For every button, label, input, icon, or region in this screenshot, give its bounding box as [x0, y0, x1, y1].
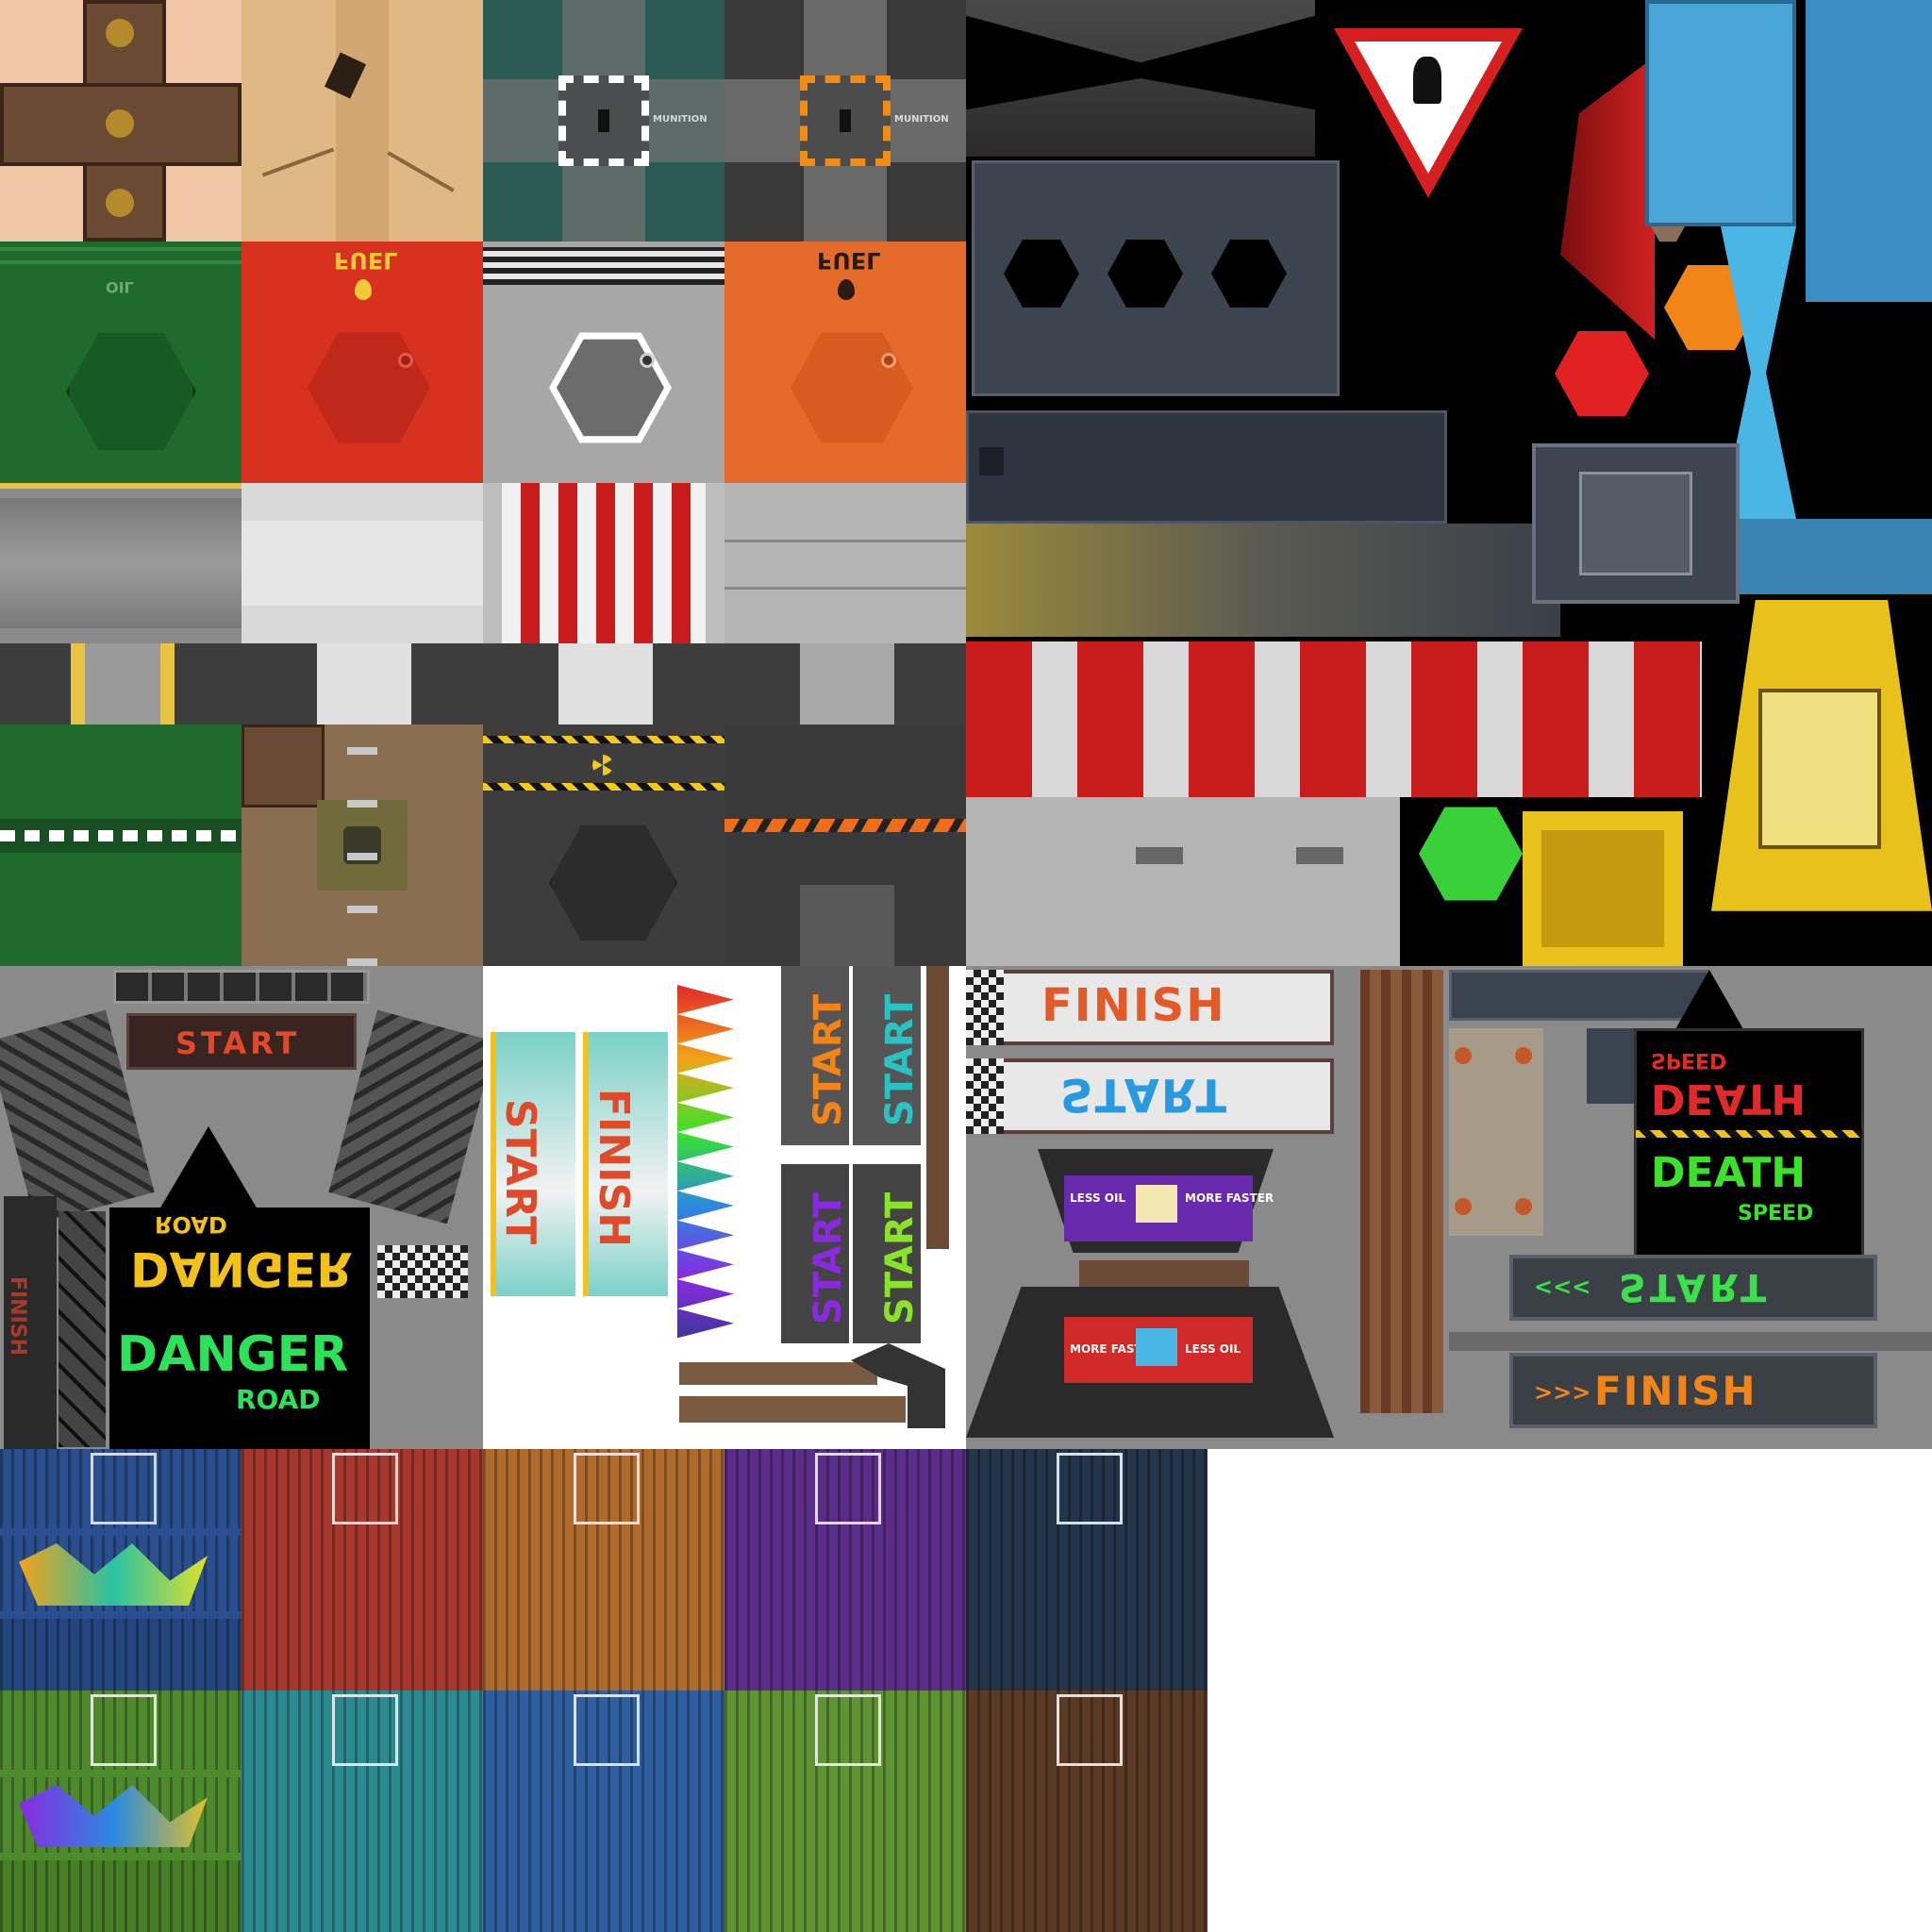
oil-label: OIL: [106, 278, 134, 296]
road-post-texture: [0, 643, 242, 724]
start-sticker-orange: START: [807, 993, 851, 1127]
munition-label: MUNITION: [653, 114, 708, 125]
wooden-crate-texture: [0, 0, 242, 242]
death-label-bottom: DEATH: [1651, 1149, 1807, 1197]
road-label-top: ROAD: [155, 1211, 227, 1238]
start-sign-label: START: [175, 1025, 301, 1061]
start-led-label: START: [1619, 1265, 1771, 1308]
empty-atlas-area: [1208, 1449, 1932, 1932]
banner-finish-label: FINISH: [590, 1088, 639, 1248]
start-sticker-teal: START: [878, 993, 923, 1127]
container-red-texture: [242, 1449, 483, 1690]
container-brown-texture: [966, 1690, 1208, 1932]
container-navy-texture: [966, 1449, 1208, 1690]
danger-label-top: DANGER: [130, 1241, 353, 1296]
start-sign-label: START: [1060, 1068, 1229, 1121]
road-post-texture: [242, 643, 483, 724]
fuel-drop-icon: [355, 279, 372, 300]
fuel-drum-orange-texture: FUEL: [724, 242, 966, 483]
container-orange-texture: [483, 1449, 724, 1690]
more-faster-label: MORE FASTER: [1185, 1191, 1274, 1205]
road-post-texture: [483, 643, 724, 724]
road-post-texture: [724, 643, 966, 724]
container-blue-texture: [483, 1690, 724, 1932]
fuel-label: FUEL: [817, 247, 881, 274]
grey-panel-texture: [724, 483, 966, 643]
green-road-dashed-texture: [0, 724, 242, 966]
concrete-road-texture: [242, 483, 483, 643]
death-speed-texture: SPEED DEATH DEATH SPEED <<< START >>> FI…: [1449, 966, 1932, 1449]
fuel-drum-red-texture: FUEL: [242, 242, 483, 483]
arrows-right: >>>: [1534, 1379, 1591, 1406]
start-sticker-purple: START: [807, 1191, 851, 1325]
dark-barrel-hazard-texture: [724, 724, 966, 966]
container-purple-texture: [724, 1449, 966, 1690]
fuel-label: FUEL: [334, 247, 398, 274]
danger-label-bottom: DANGER: [117, 1326, 349, 1383]
container-blue-graffiti-texture: [0, 1449, 242, 1690]
death-label-top: DEATH: [1651, 1074, 1807, 1123]
finish-gantry-texture: FINISH START MORE FASTER LESS OIL MORE F…: [966, 966, 1449, 1449]
munition-box-hazard-texture: MUNITION: [724, 0, 966, 242]
start-arch-texture: START FINISH ROAD DANGER DANGER ROAD: [0, 966, 483, 1449]
barrier-atlas-texture: [966, 0, 1932, 966]
start-sticker-green: START: [878, 1191, 923, 1325]
container-lime-texture: [724, 1690, 966, 1932]
fuel-drop-icon: [838, 279, 855, 300]
fuel-drum-grey-texture: [483, 242, 724, 483]
banner-start-label: START: [496, 1098, 545, 1245]
finish-led-label: FINISH: [1594, 1368, 1757, 1414]
container-green-graffiti-texture: [0, 1690, 242, 1932]
arrows-left: <<<: [1534, 1274, 1591, 1300]
radiation-barrel-texture: [483, 724, 724, 966]
finish-pillar-label: FINISH: [6, 1275, 30, 1357]
oil-drum-texture: OIL: [0, 242, 242, 483]
less-oil-label: LESS OIL: [1185, 1342, 1241, 1356]
speed-label-bottom: SPEED: [1738, 1202, 1814, 1225]
road-label-bottom: ROAD: [236, 1384, 321, 1415]
cardboard-box-texture: [242, 0, 483, 242]
red-white-stripe-texture: [483, 483, 724, 643]
less-oil-label: LESS OIL: [1070, 1191, 1126, 1205]
munition-label: MUNITION: [894, 114, 949, 125]
container-teal-texture: [242, 1690, 483, 1932]
speed-label-top: SPEED: [1651, 1048, 1727, 1072]
pallet-crate-texture: [242, 724, 483, 966]
radiation-icon: [592, 755, 613, 775]
asphalt-road-texture: [0, 483, 242, 643]
start-finish-banners-texture: START FINISH START START START START: [483, 966, 966, 1449]
munition-box-texture: MUNITION: [483, 0, 724, 242]
finish-sign-label: FINISH: [1041, 979, 1226, 1032]
